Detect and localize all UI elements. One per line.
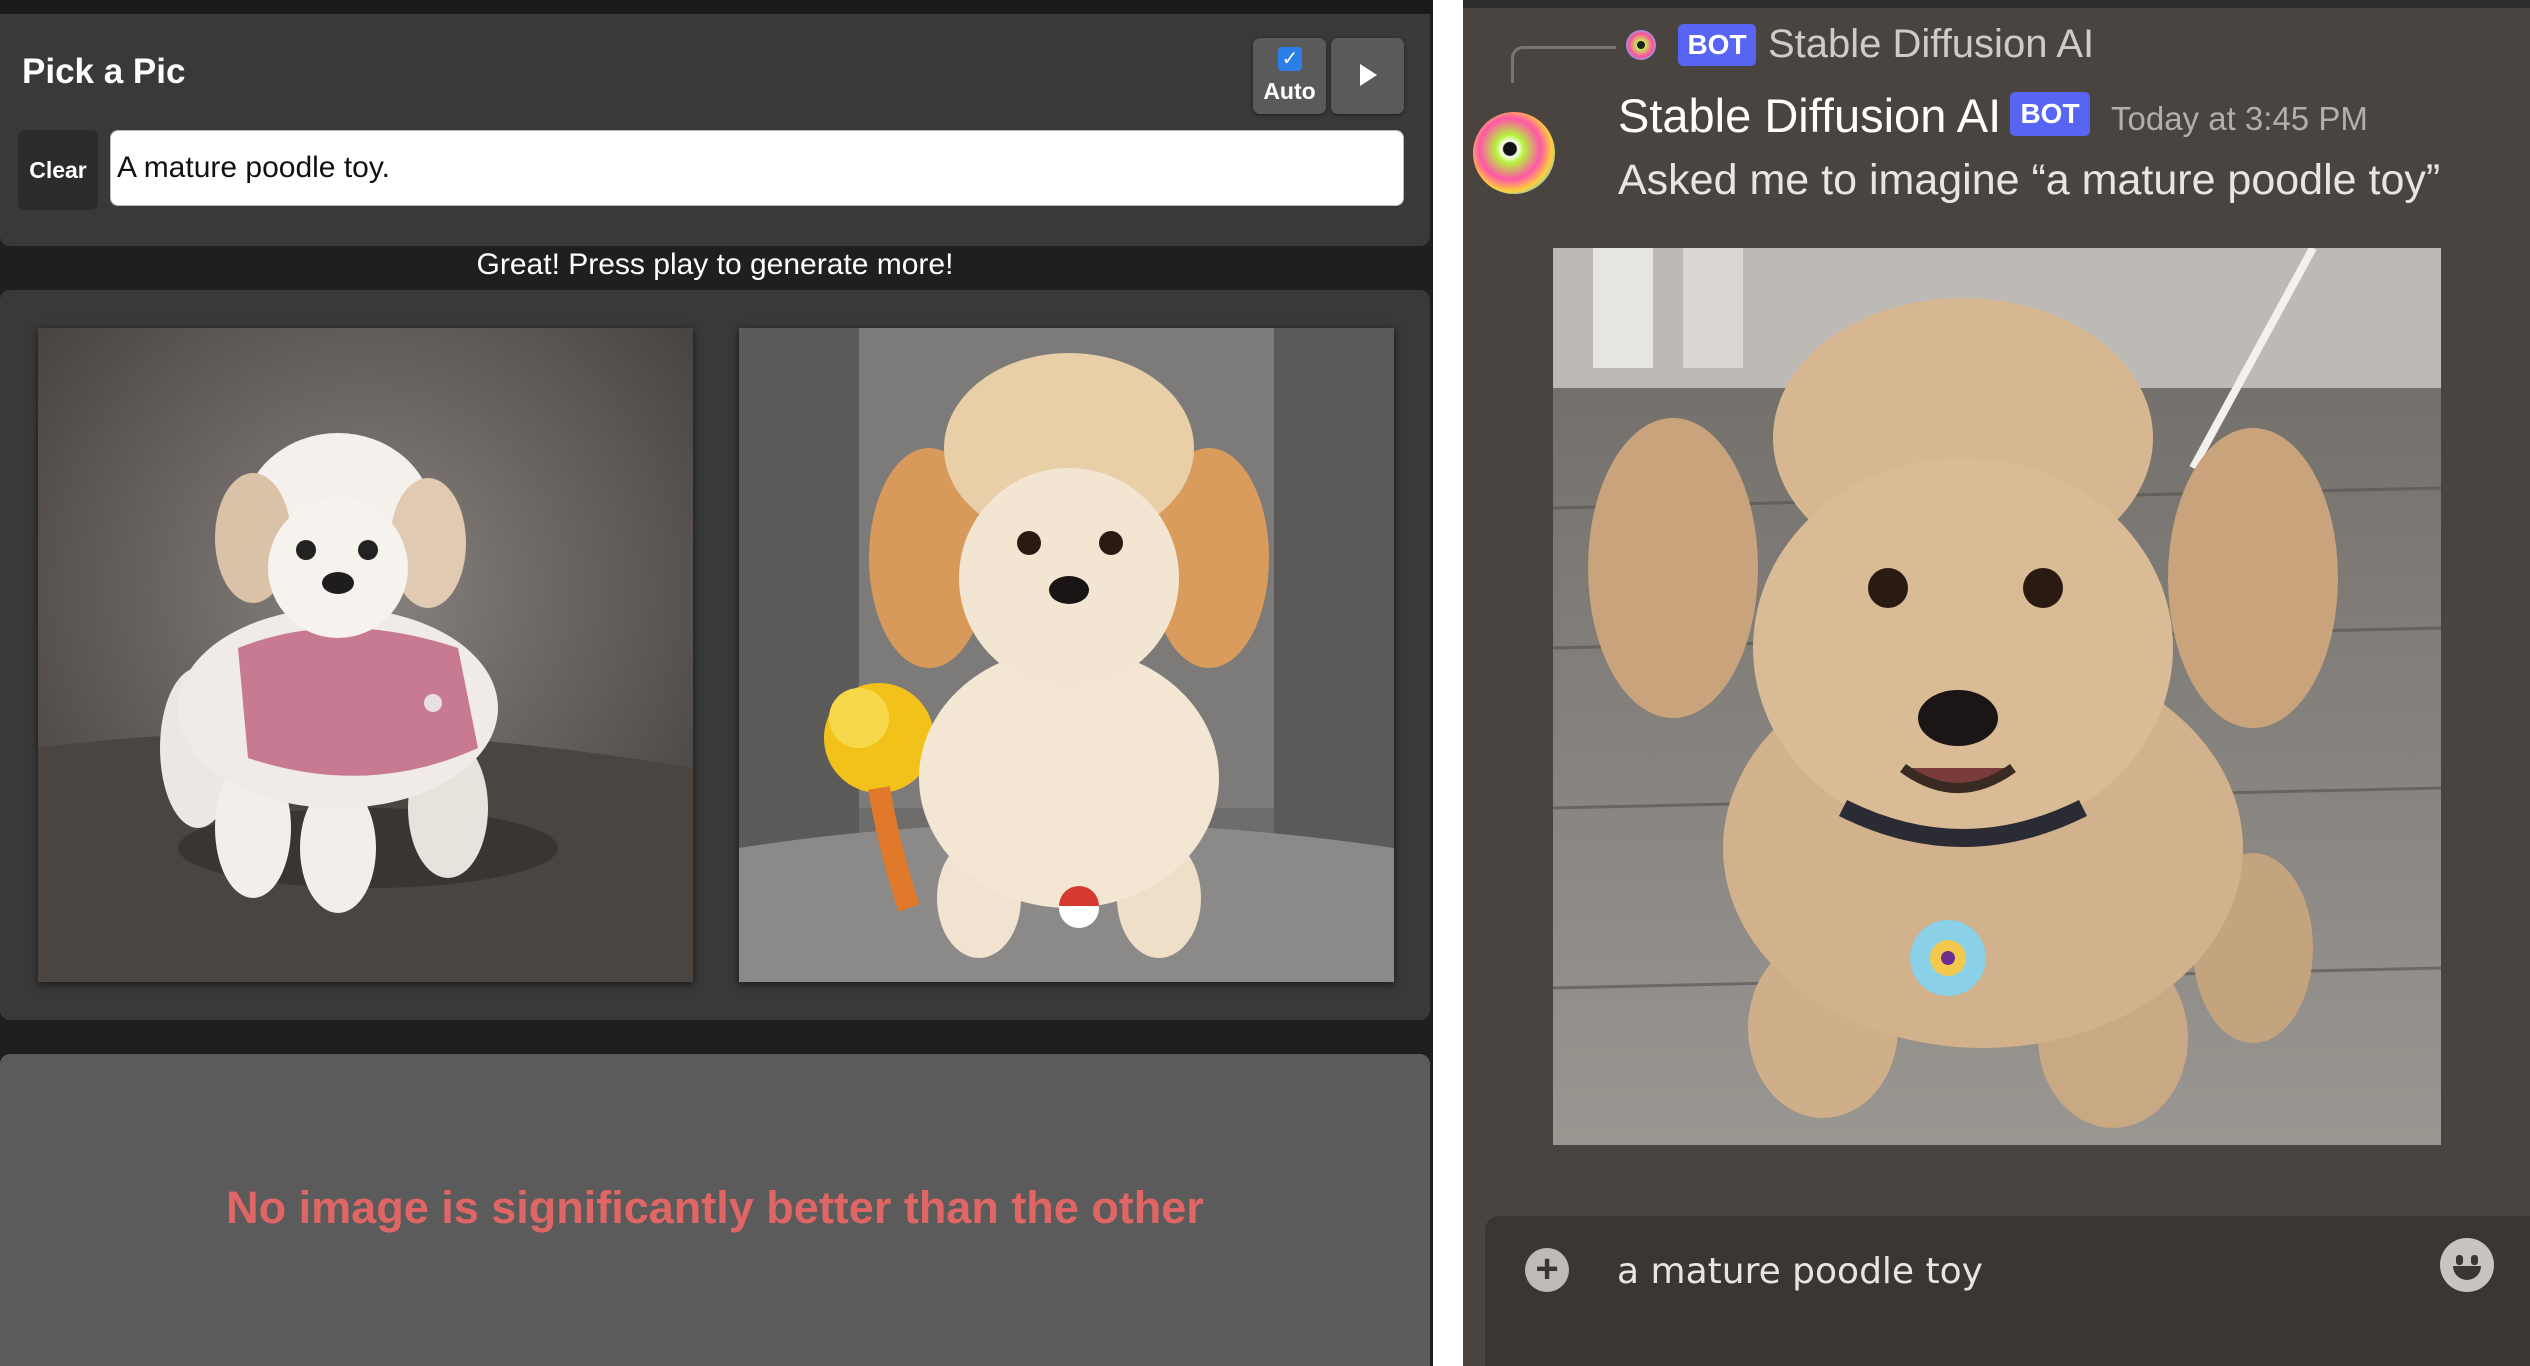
generated-image-a[interactable]: [38, 328, 693, 982]
auto-toggle-button[interactable]: ✓ Auto: [1253, 38, 1326, 114]
header-panel: Pick a Pic ✓ Auto Clear: [0, 14, 1430, 246]
reply-avatar[interactable]: [1626, 30, 1656, 60]
reply-author-name[interactable]: Stable Diffusion AI: [1768, 22, 2094, 67]
avatar[interactable]: [1473, 112, 1555, 194]
divider: [1433, 0, 1463, 1366]
result-image[interactable]: [1553, 248, 2441, 1145]
images-panel: [0, 290, 1430, 1020]
verdict-panel[interactable]: No image is significantly better than th…: [0, 1054, 1430, 1366]
bot-badge: BOT: [2010, 92, 2090, 136]
author-name[interactable]: Stable Diffusion AI: [1618, 88, 2001, 143]
message-composer: +: [1485, 1216, 2530, 1366]
auto-label: Auto: [1263, 78, 1316, 104]
plus-circle-icon[interactable]: +: [1525, 1248, 1569, 1292]
status-message: Great! Press play to generate more!: [476, 248, 954, 281]
emoji-mouth: [2453, 1266, 2481, 1280]
play-icon: [1360, 64, 1377, 86]
message-timestamp: Today at 3:45 PM: [2111, 100, 2368, 137]
reply-bot-badge: BOT: [1678, 24, 1756, 66]
reply-connector: [1511, 46, 1616, 83]
clear-button[interactable]: Clear: [18, 130, 98, 210]
message-input[interactable]: [1615, 1236, 2319, 1306]
smiley-emoji-icon[interactable]: [2440, 1238, 2494, 1292]
discord-chat: BOT Stable Diffusion AI Stable Diffusion…: [1463, 0, 2530, 1366]
play-button[interactable]: [1331, 38, 1404, 114]
emoji-eye-left: [2456, 1255, 2463, 1265]
pick-a-pic-app: Pick a Pic ✓ Auto Clear Great! Press pla…: [0, 0, 1433, 1366]
generated-image-b[interactable]: [739, 328, 1394, 982]
top-strip: [0, 0, 1433, 14]
emoji-eye-right: [2471, 1255, 2478, 1265]
chat-top-strip: [1463, 0, 2530, 8]
prompt-input[interactable]: [110, 130, 1404, 206]
verdict-message: No image is significantly better than th…: [226, 1182, 1204, 1233]
checkbox-checked-icon[interactable]: ✓: [1278, 47, 1302, 71]
message-text: Asked me to imagine “a mature poodle toy…: [1618, 156, 2441, 204]
app-title: Pick a Pic: [22, 52, 186, 91]
